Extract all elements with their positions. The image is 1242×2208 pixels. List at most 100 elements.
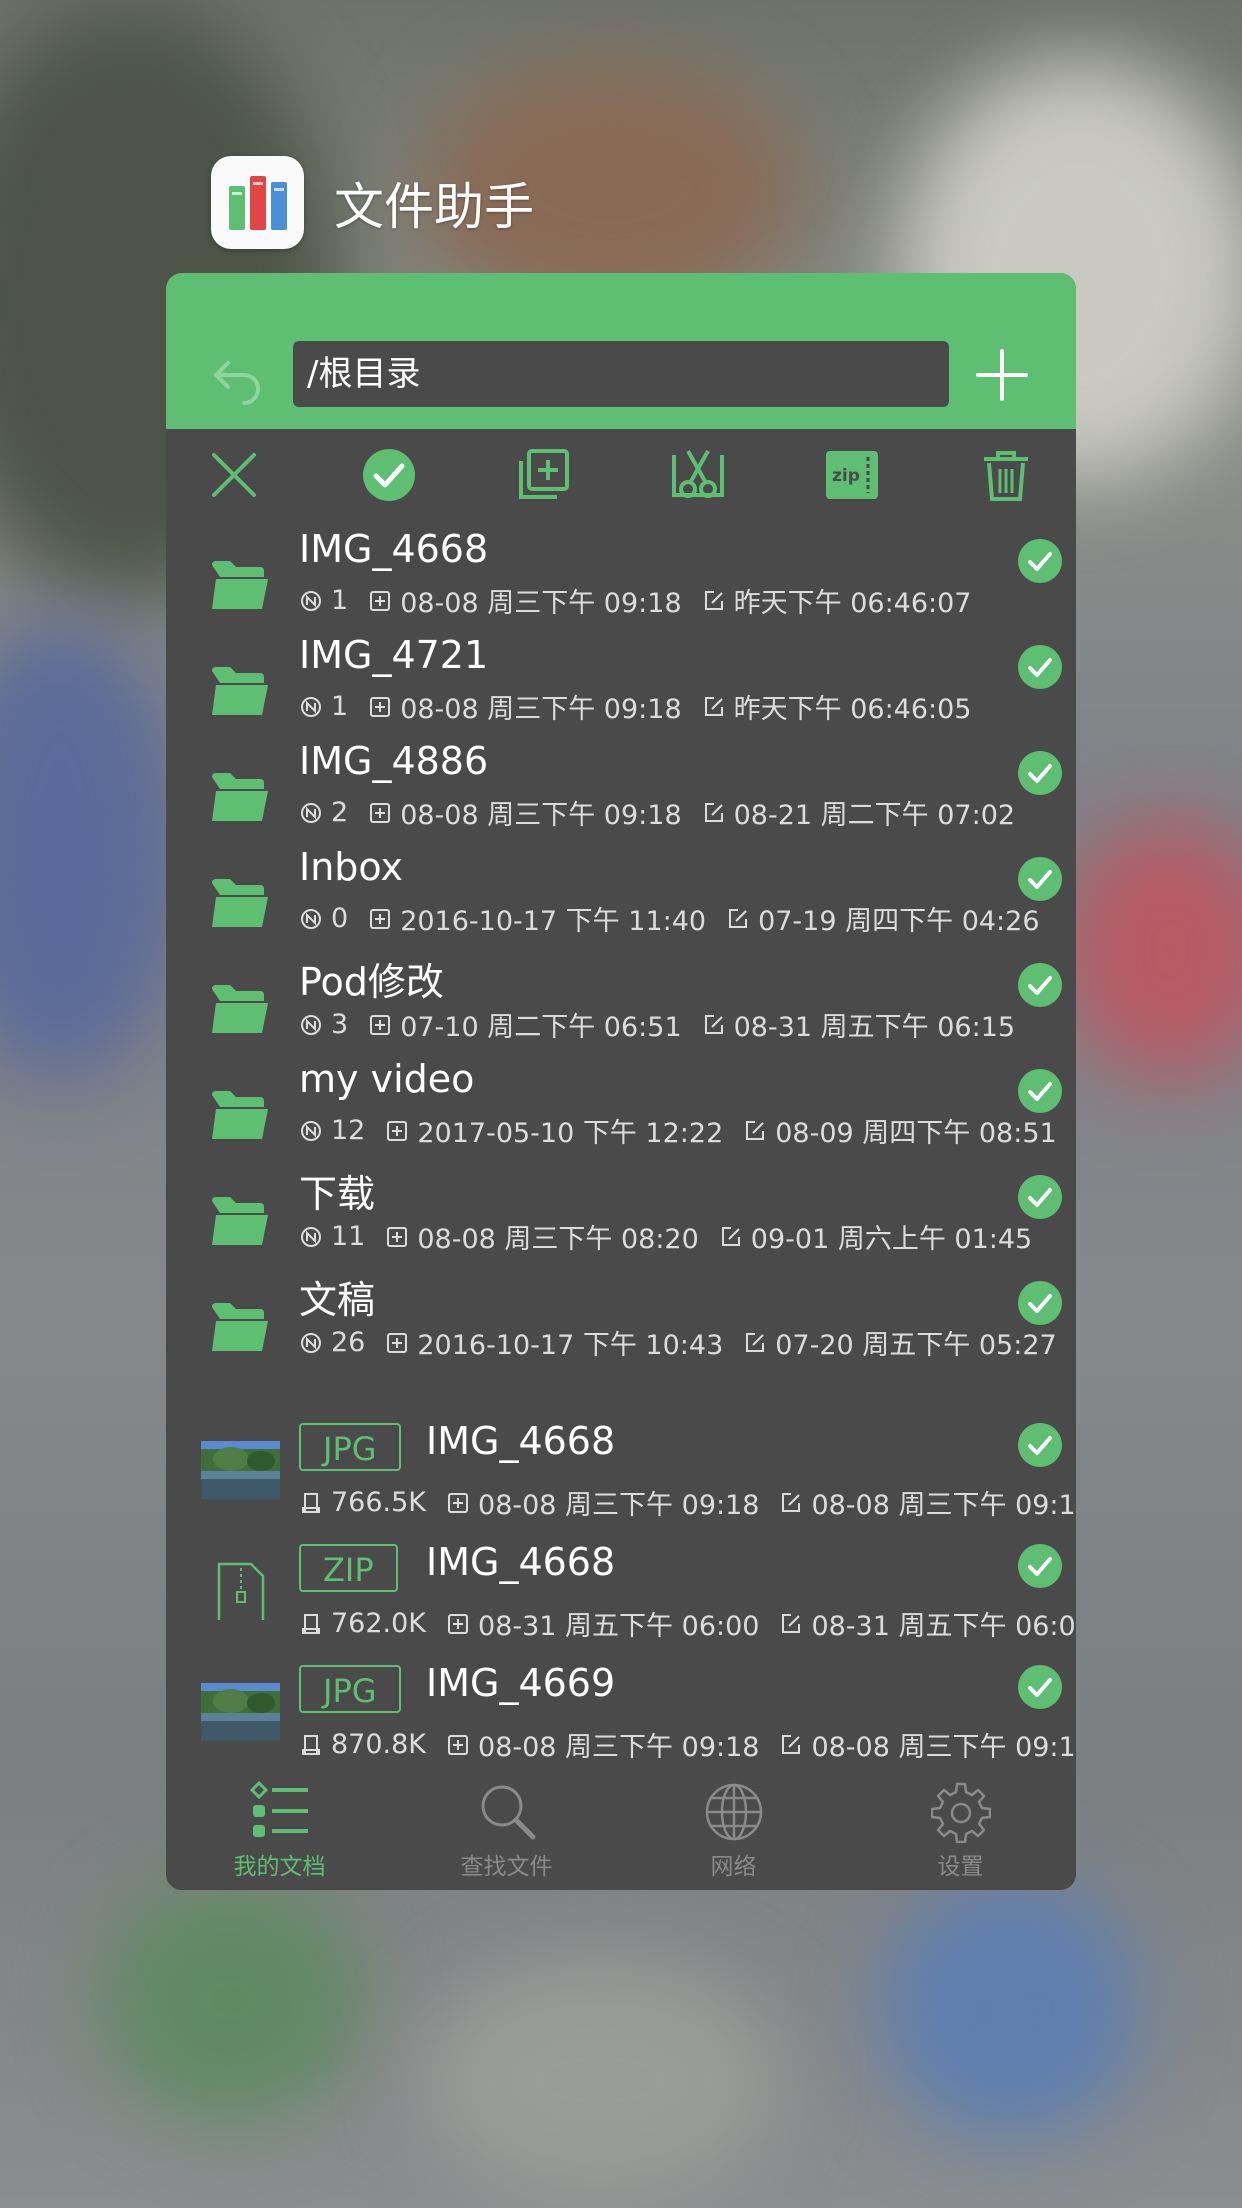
file-type-badge: JPG: [299, 1665, 401, 1713]
item-count: 1: [331, 691, 349, 722]
folder-row[interactable]: 下载 11 08-08 周三下午 08:20 09-01 周六上午 01:45: [166, 1159, 1076, 1265]
folder-icon: [210, 557, 270, 611]
cancel-button[interactable]: [204, 445, 264, 505]
modified-date: 08-09 周四下午 08:51: [775, 1118, 1057, 1149]
back-button[interactable]: [208, 345, 268, 405]
modified-icon: [782, 1492, 801, 1512]
selected-check-icon[interactable]: [1018, 1175, 1062, 1219]
app-switcher-header: 文件助手: [211, 155, 534, 250]
select-all-button[interactable]: [359, 445, 419, 505]
created-icon: [387, 1332, 408, 1353]
folder-meta: 11 08-08 周三下午 08:20 09-01 周六上午 01:45: [299, 1217, 1032, 1256]
zip-file-icon: [201, 1562, 280, 1620]
folder-row[interactable]: Pod修改 3 07-10 周二下午 06:51 08-31 周五下午 06:15: [166, 947, 1076, 1053]
folder-meta: 0 2016-10-17 下午 11:40 07-19 周四下午 04:26: [299, 899, 1040, 938]
app-name: 文件助手: [334, 177, 534, 236]
folder-name: IMG_4886: [299, 739, 489, 783]
folder-row[interactable]: IMG_4886 2 08-08 周三下午 09:18 08-21 周二下午 07:0…: [166, 735, 1076, 841]
modified-date: 07-19 周四下午 04:26: [758, 906, 1040, 937]
created-icon: [448, 1492, 469, 1513]
app-card[interactable]: /根目录 zip IMG_4668 1 08-08 周三下午 09:18 昨天下午 0…: [166, 273, 1076, 1890]
selected-check-icon[interactable]: [1018, 1665, 1062, 1709]
item-count: 12: [331, 1115, 366, 1146]
app-icon[interactable]: [211, 156, 304, 249]
file-meta: 766.5K 08-08 周三下午 09:18 08-08 周三下午 09:18: [299, 1483, 1076, 1522]
selected-check-icon[interactable]: [1018, 645, 1062, 689]
file-row[interactable]: ZIP IMG_4668 762.0K 08-31 周五下午 06:00 08-31 周…: [166, 1532, 1076, 1653]
file-size: 762.0K: [331, 1608, 427, 1639]
tab-gear[interactable]: 设置: [847, 1767, 1074, 1890]
folder-row[interactable]: IMG_4668 1 08-08 周三下午 09:18 昨天下午 06:46:07: [166, 523, 1076, 629]
folder-row[interactable]: Inbox 0 2016-10-17 下午 11:40 07-19 周四下午 04:2…: [166, 841, 1076, 947]
count-icon: [301, 1014, 321, 1035]
modified-icon: [746, 1332, 765, 1352]
created-date: 2016-10-17 下午 10:43: [417, 1330, 724, 1361]
created-icon: [387, 1120, 408, 1141]
folder-row[interactable]: IMG_4721 1 08-08 周三下午 09:18 昨天下午 06:46:05: [166, 629, 1076, 735]
modified-date: 08-31 周五下午 06:15: [733, 1012, 1016, 1043]
tab-search[interactable]: 查找文件: [393, 1767, 620, 1890]
selected-check-icon[interactable]: [1018, 857, 1062, 901]
created-date: 08-08 周三下午 09:18: [478, 1490, 760, 1521]
created-icon: [370, 802, 391, 823]
tab-globe[interactable]: 网络: [620, 1767, 847, 1890]
modified-icon: [704, 590, 723, 610]
modified-date: 昨天下午 06:46:05: [733, 694, 972, 725]
check-circle-icon: [363, 449, 415, 501]
selected-check-icon[interactable]: [1018, 1544, 1062, 1588]
count-icon: [301, 1120, 321, 1141]
file-name: IMG_4668: [426, 1419, 616, 1463]
back-arrow-icon: [214, 361, 260, 405]
tab-list[interactable]: 我的文档: [166, 1767, 393, 1890]
selected-check-icon[interactable]: [1018, 963, 1062, 1007]
created-icon: [370, 1014, 391, 1035]
file-meta: 870.8K 08-08 周三下午 09:18 08-08 周三下午 09:18: [299, 1725, 1076, 1764]
add-button[interactable]: [972, 345, 1032, 405]
count-icon: [301, 802, 321, 823]
item-count: 26: [331, 1327, 366, 1358]
file-type-badge: JPG: [299, 1423, 401, 1471]
selected-check-icon[interactable]: [1018, 1281, 1062, 1325]
tab-label: 设置: [937, 1854, 984, 1880]
file-type-badge: ZIP: [299, 1544, 398, 1592]
modified-icon: [729, 908, 748, 928]
folder-name: 下载: [299, 1172, 376, 1216]
file-list[interactable]: IMG_4668 1 08-08 周三下午 09:18 昨天下午 06:46:07 IM…: [166, 523, 1076, 1767]
folder-row[interactable]: my video 12 2017-05-10 下午 12:22 08-09 周四下午 …: [166, 1053, 1076, 1159]
modified-date: 昨天下午 06:46:07: [733, 588, 972, 619]
edit-toolbar: zip: [166, 431, 1076, 523]
selected-check-icon[interactable]: [1018, 1423, 1062, 1467]
cut-button[interactable]: [668, 445, 728, 505]
compress-button[interactable]: zip: [822, 445, 882, 505]
file-row[interactable]: JPG IMG_4669 870.8K 08-08 周三下午 09:18 08-08 周…: [166, 1653, 1076, 1767]
tab-label: 我的文档: [233, 1854, 326, 1880]
file-row[interactable]: JPG IMG_4668 766.5K 08-08 周三下午 09:18 08-08 周…: [166, 1411, 1076, 1532]
created-date: 2017-05-10 下午 12:22: [417, 1118, 724, 1149]
folder-name: 文稿: [299, 1278, 376, 1322]
size-icon: [302, 1613, 320, 1634]
modified-date: 08-08 周三下午 09:18: [811, 1490, 1076, 1521]
path-field[interactable]: /根目录: [293, 341, 949, 407]
folder-icon: [210, 769, 270, 823]
folder-icon: [210, 1299, 270, 1353]
file-name: IMG_4669: [426, 1661, 616, 1705]
folder-name: my video: [299, 1057, 475, 1101]
tab-label: 查找文件: [460, 1854, 553, 1880]
selected-check-icon[interactable]: [1018, 539, 1062, 583]
folder-row[interactable]: 文稿 26 2016-10-17 下午 10:43 07-20 周五下午 05:27: [166, 1265, 1076, 1371]
svg-text:zip: zip: [832, 466, 860, 486]
folder-name: Pod修改: [299, 960, 444, 1004]
selected-check-icon[interactable]: [1018, 751, 1062, 795]
modified-icon: [782, 1734, 801, 1754]
tab-label: 网络: [710, 1854, 757, 1880]
created-icon: [370, 590, 391, 611]
delete-button[interactable]: [976, 445, 1036, 505]
created-icon: [387, 1226, 408, 1247]
size-icon: [302, 1492, 320, 1513]
folder-meta: 1 08-08 周三下午 09:18 昨天下午 06:46:05: [299, 687, 971, 726]
selected-check-icon[interactable]: [1018, 1069, 1062, 1113]
count-icon: [301, 696, 321, 717]
modified-icon: [721, 1226, 740, 1246]
copy-button[interactable]: [513, 445, 573, 505]
search-icon: [477, 1781, 537, 1843]
